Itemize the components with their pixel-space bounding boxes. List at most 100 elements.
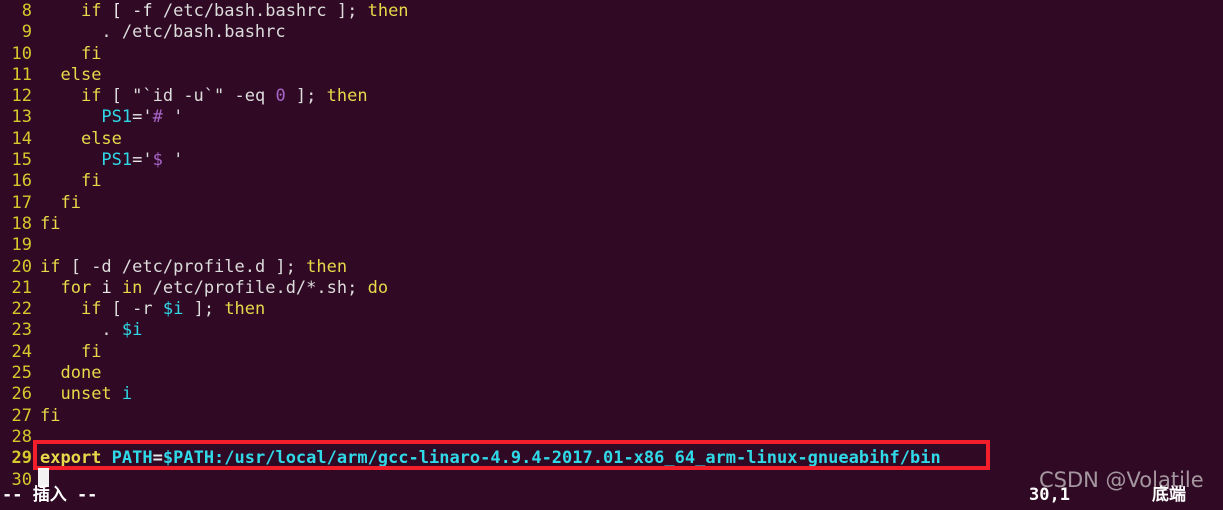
line-content: if [ -d /etc/profile.d ]; then: [40, 257, 347, 277]
code-token: ];: [285, 86, 317, 107]
line-content: PS1='# ': [40, 107, 183, 127]
editor-line[interactable]: 8 if [ -f /etc/bash.bashrc ]; then: [0, 1, 1223, 22]
line-number: 9: [21, 22, 32, 43]
code-token: ': [162, 150, 184, 171]
line-number: 20: [11, 256, 32, 277]
line-content: else: [40, 65, 101, 85]
editor-line[interactable]: 26 unset i: [0, 384, 1223, 405]
editor-line[interactable]: 10 fi: [0, 44, 1223, 65]
code-token: . /etc/bash.bashrc: [40, 22, 286, 43]
code-token: PS1: [101, 150, 133, 171]
editor-line[interactable]: 21 for i in /etc/profile.d/*.sh; do: [0, 278, 1223, 299]
code-token: ': [142, 107, 153, 128]
editor-line[interactable]: 13 PS1='# ': [0, 107, 1223, 128]
code-token: i: [121, 384, 133, 405]
editor-line[interactable]: 17 fi: [0, 193, 1223, 214]
editor-line[interactable]: 24 fi: [0, 342, 1223, 363]
line-content: else: [40, 129, 122, 149]
editor-line[interactable]: 20 if [ -d /etc/profile.d ]; then: [0, 257, 1223, 278]
line-number: 28: [11, 426, 32, 447]
line-number: 16: [11, 171, 32, 192]
line-content: export PATH=$PATH:/usr/local/arm/gcc-lin…: [40, 448, 941, 468]
code-token: [: [101, 1, 133, 21]
editor-line[interactable]: 9 . /etc/bash.bashrc: [0, 22, 1223, 43]
line-content: PS1='$ ': [40, 150, 183, 170]
line-number: 10: [11, 43, 32, 64]
code-token: /etc/bash.bashrc ];: [152, 1, 358, 21]
line-number: 22: [11, 299, 32, 320]
line-content: if [ -r $i ]; then: [40, 299, 265, 319]
code-token: done: [60, 363, 102, 384]
editor-line[interactable]: 25 done: [0, 363, 1223, 384]
code-token: =: [132, 150, 143, 171]
code-token: if: [80, 1, 102, 21]
editor-line[interactable]: 28: [0, 427, 1223, 448]
line-number: 26: [11, 384, 32, 405]
file-position-indicator: 底端: [1152, 485, 1186, 505]
code-token: fi: [40, 405, 61, 426]
line-number: 13: [11, 107, 32, 128]
line-number: 19: [11, 235, 32, 256]
code-token: then: [367, 1, 409, 21]
code-token: fi: [60, 192, 81, 213]
code-token: PS1: [101, 107, 133, 128]
editor-line[interactable]: 22 if [ -r $i ]; then: [0, 299, 1223, 320]
editor-line[interactable]: 27 fi: [0, 406, 1223, 427]
line-number: 21: [11, 277, 32, 298]
code-token: $i: [162, 299, 184, 320]
code-token: [ "`id -u`" -eq: [101, 86, 276, 107]
code-token: $: [152, 150, 163, 171]
line-number: 27: [11, 405, 32, 426]
editor-line[interactable]: 29 export PATH=$PATH:/usr/local/arm/gcc-l…: [0, 448, 1223, 469]
editor-line[interactable]: 11 else: [0, 65, 1223, 86]
editor-line[interactable]: 16 fi: [0, 171, 1223, 192]
code-token: if: [80, 86, 102, 107]
line-content: for i in /etc/profile.d/*.sh; do: [40, 278, 388, 298]
code-token: if: [40, 256, 61, 277]
editor-line[interactable]: 19: [0, 235, 1223, 256]
code-token: ];: [183, 299, 215, 320]
code-token: else: [60, 64, 102, 85]
code-token: for: [60, 277, 92, 298]
editor-line[interactable]: 14 else: [0, 129, 1223, 150]
vim-text-area[interactable]: 8 if [ -f /etc/bash.bashrc ]; then 9 . /e…: [0, 0, 1223, 490]
code-token: fi: [40, 213, 61, 234]
line-content: fi: [40, 171, 101, 191]
code-token: [ -r: [101, 299, 163, 320]
editor-line[interactable]: 23 . $i: [0, 320, 1223, 341]
code-token: fi: [80, 341, 102, 362]
line-number: 24: [11, 341, 32, 362]
cursor-position-ruler: 30,1: [1029, 485, 1070, 505]
line-content: unset i: [40, 384, 132, 404]
line-number: 14: [11, 128, 32, 149]
line-number: 12: [11, 86, 32, 107]
line-content: fi: [40, 192, 81, 213]
code-token: /etc/profile.d/*.sh;: [142, 277, 358, 298]
code-token: ': [142, 150, 153, 171]
line-number: 17: [11, 192, 32, 213]
line-number: 23: [11, 320, 32, 341]
editor-line[interactable]: 12 if [ "`id -u`" -eq 0 ]; then: [0, 86, 1223, 107]
editor-line[interactable]: 15 PS1='$ ': [0, 150, 1223, 171]
editor-line[interactable]: 18 fi: [0, 214, 1223, 235]
code-token: in: [121, 277, 143, 298]
line-number: 15: [11, 150, 32, 171]
line-content: done: [40, 363, 101, 383]
code-token: [ -d /etc/profile.d ];: [60, 256, 296, 277]
code-token: =: [152, 448, 163, 469]
line-content: if [ "`id -u`" -eq 0 ]; then: [40, 86, 368, 106]
code-token: PATH: [111, 448, 153, 469]
